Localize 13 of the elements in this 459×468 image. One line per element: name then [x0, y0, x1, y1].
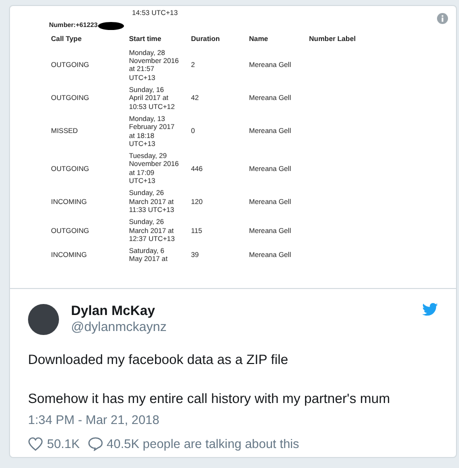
timestamp[interactable]: 1:34 PM - Mar 21, 2018	[28, 412, 438, 428]
author-name[interactable]: Dylan McKay	[71, 303, 167, 319]
talking-link[interactable]: 40.5K people are talking about this	[106, 436, 300, 452]
like-count[interactable]: 50.1K	[47, 436, 80, 452]
tweet-text: Downloaded my facebook data as a ZIP file	[28, 351, 290, 369]
author-handle[interactable]: @dylanmckaynz	[71, 319, 167, 335]
bird-icon[interactable]	[422, 303, 438, 316]
avatar[interactable]	[28, 304, 59, 334]
redaction-mark	[98, 22, 124, 30]
tweet-text: Somehow it has my entire call history with my partner's mum	[28, 390, 391, 408]
comment-icon[interactable]	[88, 437, 103, 451]
info-icon[interactable]	[437, 13, 448, 24]
heart-icon[interactable]	[28, 437, 43, 451]
